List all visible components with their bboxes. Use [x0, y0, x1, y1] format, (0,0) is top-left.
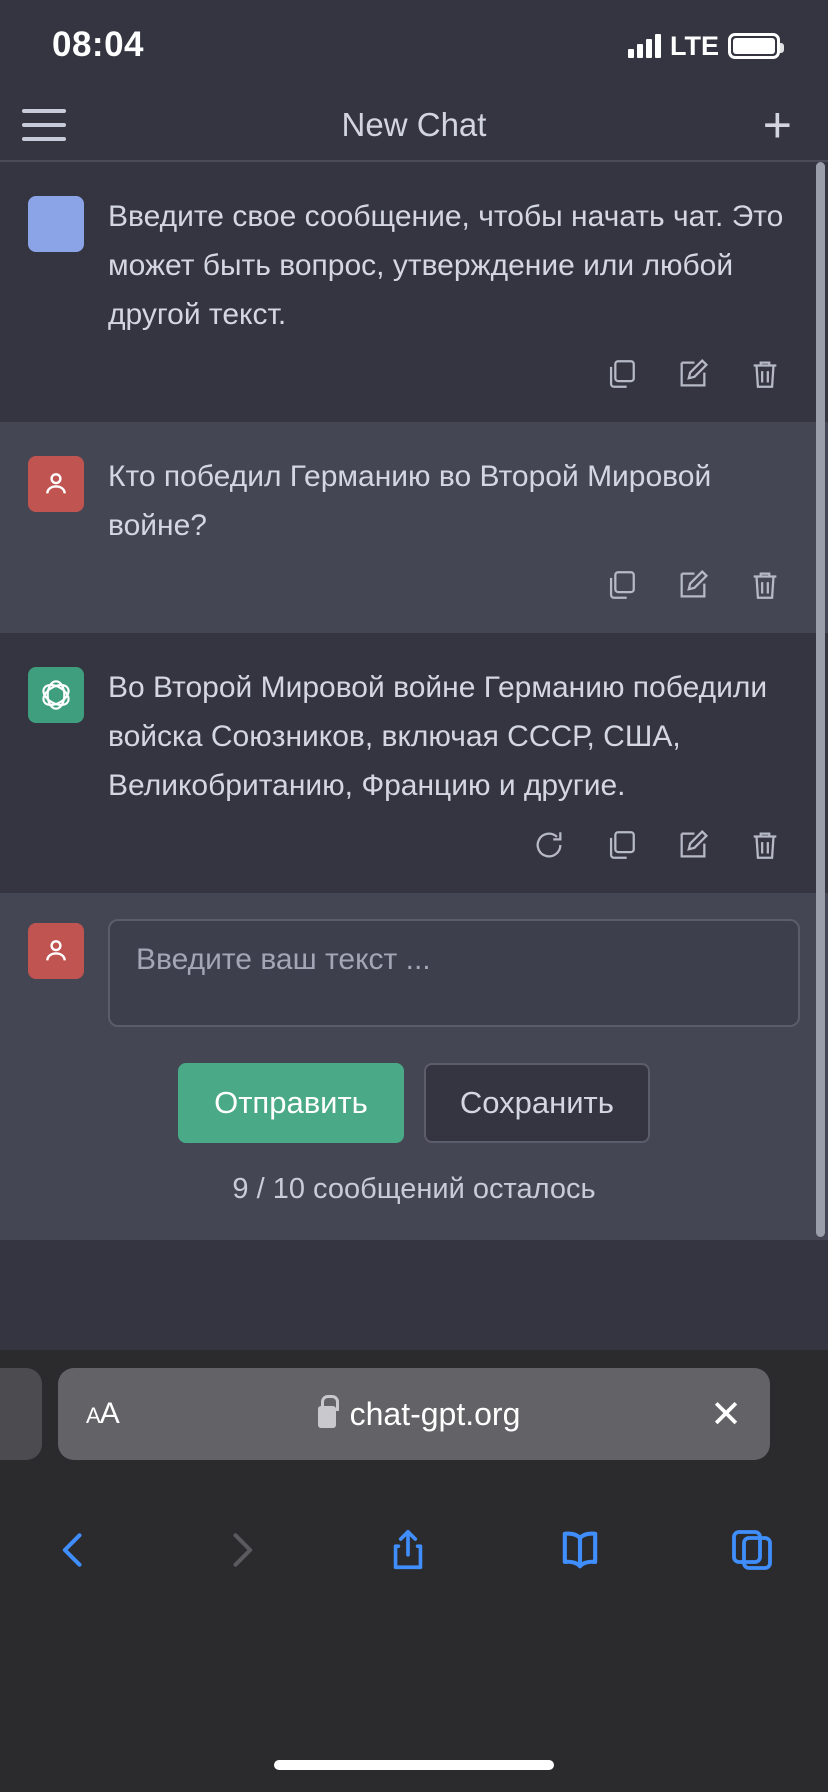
placeholder-avatar — [28, 196, 84, 252]
carrier-label: LTE — [670, 30, 719, 61]
phone-screen: 08:04 LTE New Chat + Введите свое сообще… — [0, 0, 828, 1792]
copy-icon[interactable] — [604, 828, 638, 867]
delete-icon[interactable] — [748, 568, 782, 607]
copy-icon[interactable] — [604, 568, 638, 607]
message-actions — [108, 810, 800, 893]
ios-status-bar: 08:04 LTE — [0, 0, 828, 90]
status-time: 08:04 — [52, 25, 145, 64]
chevron-right-icon — [219, 1522, 263, 1583]
edit-icon[interactable] — [676, 357, 710, 396]
hamburger-menu-icon[interactable] — [22, 103, 66, 147]
user-avatar — [28, 923, 84, 979]
assistant-avatar — [28, 667, 84, 723]
lock-icon — [317, 1394, 339, 1428]
adjacent-tab-peek[interactable] — [0, 1368, 42, 1460]
composer: Введите ваш текст ... Отправить Сохранит… — [0, 893, 828, 1240]
copy-icon[interactable] — [604, 357, 638, 396]
composer-row: Введите ваш текст ... — [28, 919, 800, 1027]
book-icon[interactable] — [554, 1522, 606, 1583]
message-actions — [108, 550, 800, 633]
message-row: Кто победил Германию во Второй Мировой в… — [0, 422, 828, 633]
composer-buttons: Отправить Сохранить — [28, 1027, 800, 1143]
message-actions — [108, 339, 800, 422]
safari-tab-strip: AAAA chat-gpt.org ✕ — [0, 1350, 828, 1462]
message-text: Введите свое сообщение, чтобы начать чат… — [108, 200, 784, 331]
message-input[interactable]: Введите ваш текст ... — [108, 919, 800, 1027]
address-bar[interactable]: AAAA chat-gpt.org ✕ — [58, 1368, 770, 1460]
vertical-scrollbar[interactable] — [816, 162, 825, 1237]
message-row: Введите свое сообщение, чтобы начать чат… — [0, 162, 828, 422]
delete-icon[interactable] — [748, 828, 782, 867]
safari-toolbar — [0, 1462, 828, 1612]
edit-icon[interactable] — [676, 828, 710, 867]
share-icon[interactable] — [385, 1522, 431, 1583]
plus-icon[interactable]: + — [763, 100, 792, 150]
status-indicators: LTE — [628, 30, 784, 61]
safari-browser-chrome: AAAA chat-gpt.org ✕ — [0, 1350, 828, 1792]
save-button[interactable]: Сохранить — [423, 1063, 650, 1143]
chevron-left-icon[interactable] — [52, 1522, 96, 1583]
url-display: chat-gpt.org — [156, 1394, 682, 1433]
edit-icon[interactable] — [676, 568, 710, 607]
home-indicator — [274, 1760, 554, 1770]
page-title: New Chat — [341, 106, 487, 143]
chat-scroll-area[interactable]: Введите свое сообщение, чтобы начать чат… — [0, 162, 828, 1352]
delete-icon[interactable] — [748, 357, 782, 396]
message-input-placeholder: Введите ваш текст ... — [136, 943, 431, 976]
message-text: Во Второй Мировой войне Германию победил… — [108, 671, 768, 802]
tabs-icon[interactable] — [728, 1522, 776, 1583]
close-icon[interactable]: ✕ — [682, 1392, 742, 1437]
message-counter: 9 / 10 сообщений осталось — [232, 1173, 596, 1205]
send-button[interactable]: Отправить — [178, 1063, 404, 1143]
url-text: chat-gpt.org — [349, 1395, 521, 1432]
user-avatar — [28, 456, 84, 512]
message-bubble: Во Второй Мировой войне Германию победил… — [84, 663, 800, 893]
message-text: Кто победил Германию во Второй Мировой в… — [108, 460, 712, 542]
message-bubble: Введите свое сообщение, чтобы начать чат… — [84, 192, 800, 422]
signal-bars-icon — [628, 33, 661, 58]
message-bubble: Кто победил Германию во Второй Мировой в… — [84, 452, 800, 633]
regenerate-icon[interactable] — [532, 828, 566, 867]
text-size-button[interactable]: AAAA — [86, 1397, 156, 1431]
battery-icon — [728, 32, 784, 59]
message-row: Во Второй Мировой войне Германию победил… — [0, 633, 828, 893]
app-header: New Chat + — [0, 90, 828, 162]
